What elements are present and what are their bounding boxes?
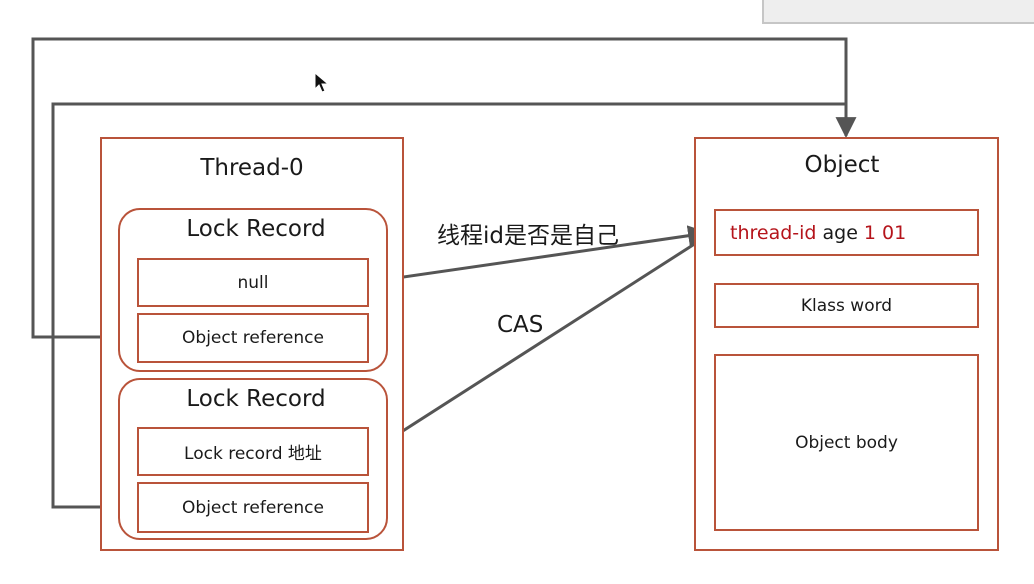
thread-title: Thread-0 — [200, 155, 304, 181]
mark-word-age: age — [822, 221, 858, 244]
mark-word: thread-id age 1 01 — [714, 209, 979, 256]
klass-word: Klass word — [714, 283, 979, 328]
object-title: Object — [804, 152, 880, 178]
lock-record-1-object-reference: Object reference — [137, 313, 369, 363]
lock-record-2-object-reference: Object reference — [137, 482, 369, 533]
markword-to-lockrecord-arrow — [368, 234, 708, 454]
object-body: Object body — [714, 354, 979, 531]
cas-label: CAS — [497, 312, 544, 338]
compare-thread-id-label: 线程id是否是自己 — [437, 223, 619, 249]
lock-record-2-title: Lock Record — [186, 386, 326, 412]
lock-record-1-title: Lock Record — [186, 216, 326, 242]
mouse-cursor-icon — [314, 71, 330, 93]
mark-word-lock-bits: 1 01 — [863, 221, 907, 244]
lock-record-1-null-slot: null — [137, 258, 369, 307]
lock-record-2-address-slot: Lock record 地址 — [137, 427, 369, 476]
mark-word-thread-id: thread-id — [730, 221, 817, 244]
